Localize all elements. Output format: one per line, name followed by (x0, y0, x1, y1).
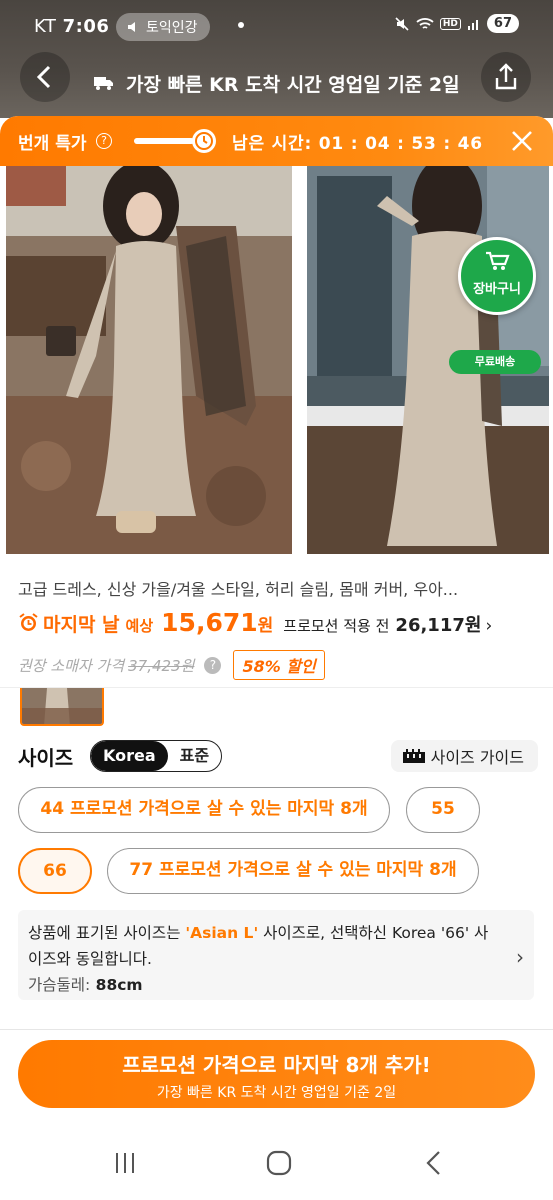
delivery-banner-text: 가장 빠른 KR 도착 시간 영업일 기준 2일 (126, 74, 460, 96)
size-value: 77 (129, 860, 154, 880)
size-guide-button[interactable]: 사이즈 가이드 (390, 740, 538, 772)
msrp-row: 권장 소매자 가격 37,423원 ? 58% 할인 (18, 650, 325, 680)
back-nav-icon[interactable] (420, 1148, 450, 1178)
info-icon[interactable]: ? (204, 656, 222, 674)
size-option-66[interactable]: 66 (18, 848, 92, 894)
cta-main-label: 프로모션 가격으로 마지막 8개 추가! (122, 1053, 431, 1077)
chest-value: 88cm (90, 976, 143, 994)
chevron-right-icon: › (516, 945, 524, 969)
size-value: 55 (431, 799, 455, 819)
size-option-77[interactable]: 77 프로모션 가격으로 살 수 있는 마지막 8개 (107, 848, 479, 894)
size-note-prefix: 상품에 표기된 사이즈는 (28, 924, 186, 942)
bottom-divider (0, 1029, 553, 1030)
close-button[interactable] (509, 128, 535, 154)
price-row: 마지막 날 예상 15,671 원 프로모션 적용 전 26,117원 › (18, 608, 538, 642)
flash-sale-header: 번개 특가 ? 남은 시간: 01 : 04 : 53 : 46 (0, 116, 553, 166)
product-option-sheet: 번개 특가 ? 남은 시간: 01 : 04 : 53 : 46 장바구니 무료… (0, 116, 553, 1200)
clock-time: 7:06 (62, 16, 110, 37)
delivery-banner: 가장 빠른 KR 도착 시간 영업일 기준 2일 (0, 70, 553, 97)
battery-indicator: 67 (486, 14, 519, 33)
notification-dot (238, 22, 244, 28)
size-note-highlight: 'Asian L' (185, 924, 259, 942)
toggle-standard[interactable]: 표준 (168, 741, 221, 771)
currency-label: 원 (257, 616, 274, 636)
carrier-time: KT 7:06 (34, 16, 109, 37)
background-page: KT 7:06 토익인강 HD 67 가장 빠른 KR 도착 시간 영업일 기준… (0, 0, 553, 118)
size-guide-label: 사이즈 가이드 (430, 748, 524, 767)
home-icon[interactable] (264, 1148, 294, 1178)
cart-icon (486, 251, 510, 270)
ruler-icon (402, 749, 425, 763)
clock-icon (192, 129, 216, 153)
size-value: 44 (40, 799, 65, 819)
remaining-time-value: 01 : 04 : 53 : 46 (318, 134, 483, 154)
size-label: 사이즈 (18, 746, 74, 770)
flash-sale-progress-fill (134, 138, 194, 144)
before-promo-label: 프로모션 적용 전 (283, 617, 390, 635)
alarm-clock-icon (19, 613, 38, 631)
expected-label: 예상 (125, 617, 154, 635)
chest-label: 가슴둘레: (28, 976, 91, 994)
wifi-icon (416, 17, 434, 29)
size-conversion-note[interactable]: 상품에 표기된 사이즈는 'Asian L' 사이즈로, 선택하신 Korea … (18, 910, 534, 1000)
system-navigation-bar (0, 1116, 553, 1200)
cta-sub-label: 가장 빠른 KR 도착 시간 영업일 기준 2일 (156, 1085, 397, 1101)
toggle-korea[interactable]: Korea (91, 741, 168, 771)
product-photo-front[interactable] (6, 166, 292, 554)
msrp-price: 37,423원 (128, 656, 195, 675)
speaker-icon (128, 22, 135, 32)
add-to-cart-badge[interactable]: 장바구니 (458, 237, 536, 315)
carrier-label: KT (34, 16, 57, 37)
help-icon[interactable]: ? (96, 133, 112, 149)
size-option-55[interactable]: 55 (406, 787, 480, 833)
last-day-label: 마지막 날 (43, 614, 120, 636)
remaining-time: 남은 시간: 01 : 04 : 53 : 46 (232, 129, 483, 154)
flash-sale-title: 번개 특가 (18, 134, 87, 154)
size-note-text: 상품에 표기된 사이즈는 'Asian L' 사이즈로, 선택하신 Korea … (28, 920, 494, 972)
mute-icon (395, 16, 409, 31)
signal-icon (467, 19, 478, 30)
size-value: 66 (43, 861, 67, 881)
before-promo-price[interactable]: 26,117원 (395, 611, 481, 637)
truck-icon (93, 75, 115, 96)
status-icons: HD 67 (394, 14, 519, 33)
size-standard-toggle: Korea 표준 (90, 740, 223, 772)
free-shipping-badge: 무료배송 (449, 350, 541, 374)
status-bar: KT 7:06 토익인강 HD 67 (0, 0, 553, 52)
msrp-label: 권장 소매자 가격 (18, 656, 125, 675)
media-label: 토익인강 (146, 20, 198, 36)
remaining-time-label: 남은 시간: (232, 134, 313, 154)
size-stock-note: 프로모션 가격으로 살 수 있는 마지막 8개 (70, 799, 368, 819)
size-option-44[interactable]: 44 프로모션 가격으로 살 수 있는 마지막 8개 (18, 787, 390, 833)
product-image-gallery: 장바구니 무료배송 (0, 166, 553, 556)
add-to-cart-button[interactable]: 프로모션 가격으로 마지막 8개 추가! 가장 빠른 KR 도착 시간 영업일 … (18, 1040, 535, 1108)
chevron-right-icon[interactable]: › (485, 616, 492, 636)
recent-apps-icon[interactable] (110, 1148, 140, 1178)
chest-measurement: 가슴둘레: 88cm (28, 972, 494, 998)
hd-voice-icon: HD (439, 17, 461, 30)
selected-color-thumbnail[interactable] (20, 688, 104, 726)
sale-price: 15,671 (161, 608, 258, 637)
product-title: 고급 드레스, 신상 가을/겨울 스타일, 허리 슬림, 몸매 커버, 우아..… (18, 580, 459, 599)
discount-badge: 58% 할인 (233, 650, 325, 680)
close-icon (512, 131, 532, 151)
size-stock-note: 프로모션 가격으로 살 수 있는 마지막 8개 (159, 860, 457, 880)
size-header-row: 사이즈 Korea 표준 사이즈 가이드 (18, 738, 538, 774)
media-playing-chip[interactable]: 토익인강 (116, 13, 210, 41)
cart-label: 장바구니 (473, 282, 521, 297)
